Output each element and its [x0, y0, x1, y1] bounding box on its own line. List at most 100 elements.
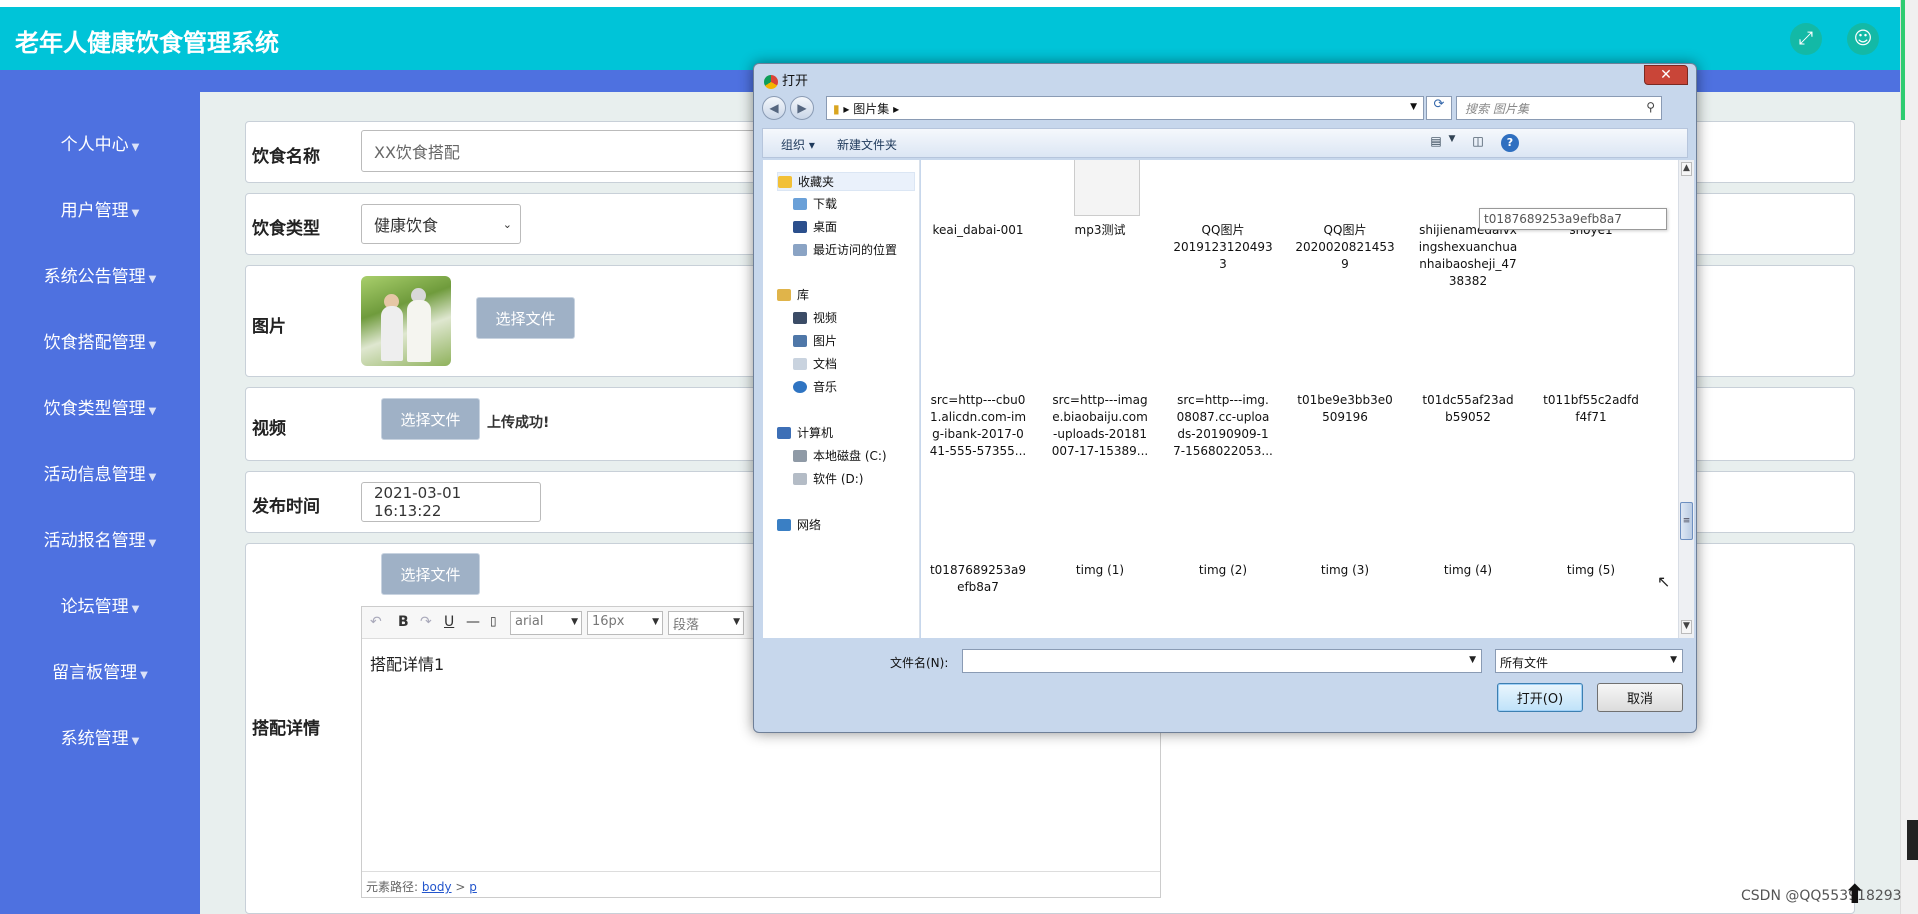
underline-button[interactable]: U	[444, 614, 454, 630]
paragraph-select[interactable]: 段落 ▼	[668, 611, 744, 635]
sidebar-item-activity-info-management[interactable]: 活动信息管理 ▼	[0, 460, 200, 485]
page-icon[interactable]: ▯	[490, 614, 497, 628]
file-list-scrollbar[interactable]: ▲ ≡ ▼	[1678, 160, 1694, 638]
sidebar-item-diet-combo-management[interactable]: 饮食搭配管理 ▼	[0, 328, 200, 353]
tree-item-disk-d[interactable]: 软件 (D:)	[793, 470, 863, 487]
redo-icon[interactable]: ↷	[420, 614, 432, 630]
element-path-bar: 元素路径: body > p	[362, 871, 1160, 897]
file-item[interactable]: t011bf55c2adfd f4f71	[1534, 392, 1648, 426]
filename-input[interactable]: ▼	[962, 649, 1482, 673]
file-item[interactable]: mp3测试	[1043, 222, 1157, 239]
scroll-thumb[interactable]: ≡	[1680, 502, 1693, 540]
dialog-close-button[interactable]: ✕	[1644, 65, 1688, 85]
file-item[interactable]: QQ图片 2020020821453 9	[1288, 222, 1402, 273]
sidebar-item-activity-signup-management[interactable]: 活动报名管理 ▼	[0, 526, 200, 551]
file-item[interactable]: src=http---imag e.biaobaiju.com -uploads…	[1043, 392, 1157, 460]
tree-item-desktop[interactable]: 桌面	[793, 218, 837, 235]
caret-down-icon: ▼	[148, 274, 157, 285]
file-item[interactable]: timg (1)	[1043, 562, 1157, 579]
diet-type-select[interactable]: 健康饮食 ⌄	[361, 204, 521, 244]
dialog-search-input[interactable]: 搜索 图片集 ⚲	[1456, 96, 1662, 120]
sidebar-item-forum-management[interactable]: 论坛管理 ▼	[0, 592, 200, 617]
preview-pane-icon[interactable]: ◫	[1469, 134, 1487, 152]
publish-time-label: 发布时间	[252, 497, 320, 517]
file-item[interactable]: keai_dabai-001	[921, 222, 1035, 239]
sidebar-item-personal-center[interactable]: 个人中心 ▼	[0, 130, 200, 155]
file-type-filter[interactable]: 所有文件 ▼	[1495, 649, 1683, 673]
forward-icon[interactable]: ▶	[790, 96, 814, 120]
fullscreen-icon[interactable]: ⤢	[1790, 23, 1822, 55]
editor-content[interactable]: 搭配详情1	[370, 651, 444, 675]
sidebar-item-diet-type-management[interactable]: 饮食类型管理 ▼	[0, 394, 200, 419]
path-breadcrumb[interactable]: ▮ ▸ 图片集 ▸ ▼	[826, 96, 1424, 120]
open-button[interactable]: 打开(O)	[1497, 683, 1583, 712]
back-icon[interactable]: ◀	[762, 96, 786, 120]
scroll-to-top-icon[interactable]: ⬆	[1844, 880, 1870, 910]
tree-item-recent[interactable]: 最近访问的位置	[793, 241, 897, 258]
file-item[interactable]: t0187689253a9 efb8a7	[921, 562, 1035, 596]
video-library-icon	[793, 312, 807, 324]
search-icon: ⚲	[1646, 100, 1655, 114]
cancel-button[interactable]: 取消	[1597, 683, 1683, 712]
help-icon[interactable]: ?	[1501, 134, 1519, 152]
caret-down-icon: ▼	[148, 538, 157, 549]
font-family-select[interactable]: arial ▼	[510, 611, 582, 635]
refresh-icon[interactable]: ⟳	[1426, 96, 1452, 120]
tree-item-libraries[interactable]: 库	[777, 286, 809, 303]
file-item[interactable]: src=http---cbu0 1.alicdn.com-im g-ibank-…	[921, 392, 1035, 460]
horizontal-rule-icon[interactable]: —	[466, 614, 480, 630]
desktop-icon	[793, 221, 807, 233]
sidebar-item-announcement-management[interactable]: 系统公告管理 ▼	[0, 262, 200, 287]
file-item[interactable]: timg (4)	[1411, 562, 1525, 579]
network-icon	[777, 519, 791, 531]
font-size-select[interactable]: 16px ▼	[587, 611, 663, 635]
chevron-down-icon[interactable]: ▼	[1443, 134, 1461, 152]
dialog-nav-tree: 收藏夹 下载 桌面 最近访问的位置 库 视频 图片 文档 音乐 计算机 本地磁盘…	[763, 160, 920, 638]
scroll-down-icon[interactable]: ▼	[1681, 620, 1692, 634]
tree-item-videos[interactable]: 视频	[793, 309, 837, 326]
tree-item-network[interactable]: 网络	[777, 516, 821, 533]
tree-item-pictures[interactable]: 图片	[793, 332, 837, 349]
music-library-icon	[793, 381, 807, 393]
tree-item-documents[interactable]: 文档	[793, 355, 837, 372]
file-item[interactable]: QQ图片 2019123120493 3	[1166, 222, 1280, 273]
image-label: 图片	[252, 317, 286, 337]
caret-down-icon: ▼	[148, 472, 157, 483]
dialog-file-list: keai_dabai-001 mp3测试 QQ图片 2019123120493 …	[921, 160, 1678, 638]
detail-choose-file-button[interactable]: 选择文件	[381, 553, 480, 595]
video-label: 视频	[252, 419, 286, 439]
tree-item-music[interactable]: 音乐	[793, 378, 837, 395]
file-item[interactable]: timg (2)	[1166, 562, 1280, 579]
user-icon[interactable]: ☺	[1847, 23, 1879, 55]
new-folder-button[interactable]: 新建文件夹	[837, 136, 897, 153]
undo-icon[interactable]: ↶	[370, 614, 382, 630]
path-p-link[interactable]: p	[469, 880, 477, 894]
image-choose-file-button[interactable]: 选择文件	[476, 297, 575, 339]
path-body-link[interactable]: body	[422, 880, 452, 894]
caret-down-icon: ▼	[140, 670, 148, 681]
diet-name-input[interactable]: XX饮食搭配	[361, 130, 761, 172]
tree-item-favorites[interactable]: 收藏夹	[777, 172, 915, 191]
file-item[interactable]: timg (5)	[1534, 562, 1648, 579]
scroll-up-icon[interactable]: ▲	[1681, 162, 1692, 176]
sidebar-item-user-management[interactable]: 用户管理 ▼	[0, 196, 200, 221]
file-item[interactable]: src=http---img. 08087.cc-uploa ds-201909…	[1166, 392, 1280, 460]
sidebar-item-system-management[interactable]: 系统管理 ▼	[0, 724, 200, 749]
video-choose-file-button[interactable]: 选择文件	[381, 398, 480, 440]
publish-time-input[interactable]: 2021-03-01 16:13:22	[361, 482, 541, 522]
tree-item-local-disk-c[interactable]: 本地磁盘 (C:)	[793, 447, 887, 464]
sidebar-item-message-board-management[interactable]: 留言板管理 ▼	[0, 658, 200, 683]
chevron-down-icon: ▼	[1469, 655, 1476, 665]
file-item[interactable]: shijienamedaivx ingshexuanchua nhaibaosh…	[1411, 222, 1525, 290]
file-item[interactable]: t01dc55af23ad b59052	[1411, 392, 1525, 426]
bold-button[interactable]: B	[398, 614, 409, 630]
detail-label: 搭配详情	[252, 719, 320, 739]
file-item[interactable]: timg (3)	[1288, 562, 1402, 579]
tree-item-computer[interactable]: 计算机	[777, 424, 833, 441]
file-tooltip: t0187689253a9efb8a7	[1479, 208, 1667, 230]
organize-menu[interactable]: 组织 ▾	[781, 136, 815, 153]
file-item[interactable]: t01be9e3bb3e0 509196	[1288, 392, 1402, 426]
chevron-down-icon: ▼	[1670, 655, 1677, 665]
tree-item-downloads[interactable]: 下载	[793, 195, 837, 212]
file-open-dialog: 打开 ✕ ◀ ▶ ▮ ▸ 图片集 ▸ ▼ ⟳ 搜索 图片集 ⚲ 组织 ▾ 新建文件…	[753, 63, 1697, 733]
